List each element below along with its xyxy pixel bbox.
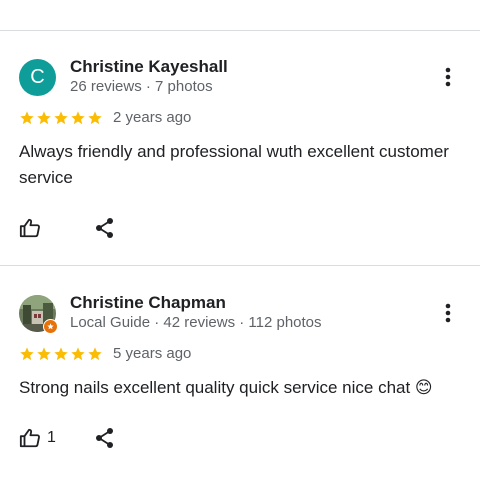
avatar-letter: C (30, 66, 45, 88)
star-rating (19, 346, 103, 362)
review-actions: 1 (19, 427, 115, 449)
reviewer-meta: 26 reviews · 7 photos (70, 78, 213, 95)
local-guide-badge-icon (43, 319, 58, 334)
share-icon (96, 218, 113, 238)
star-icon (71, 346, 85, 360)
star-icon (37, 346, 51, 360)
rating-row: 5 years ago (19, 345, 191, 362)
more-options-button[interactable] (438, 299, 458, 327)
share-icon (96, 428, 113, 448)
rating-row: 2 years ago (19, 109, 191, 126)
like-button[interactable] (19, 217, 69, 239)
review-actions (19, 217, 115, 239)
review-text: Always friendly and professional wuth ex… (19, 142, 449, 187)
review-date: 5 years ago (113, 345, 192, 362)
share-button[interactable] (95, 427, 115, 449)
star-icon (88, 110, 102, 124)
more-vert-icon (445, 67, 451, 87)
more-options-button[interactable] (438, 63, 458, 91)
star-icon (88, 346, 102, 360)
star-icon (37, 110, 51, 124)
avatar[interactable]: C (19, 59, 56, 96)
avatar[interactable] (19, 295, 58, 334)
like-button[interactable]: 1 (19, 427, 69, 449)
star-icon (54, 346, 68, 360)
reviewer-name[interactable]: Christine Chapman (70, 293, 226, 313)
star-icon (20, 346, 34, 360)
like-count: 1 (47, 429, 56, 446)
top-divider (0, 30, 480, 31)
star-icon (20, 110, 34, 124)
review-text: Strong nails excellent quality quick ser… (19, 378, 433, 397)
star-rating (19, 110, 103, 126)
thumbs-up-icon (19, 428, 40, 448)
reviewer-meta: Local Guide · 42 reviews · 112 photos (70, 314, 322, 331)
share-button[interactable] (95, 217, 115, 239)
reviewer-name[interactable]: Christine Kayeshall (70, 57, 228, 77)
review-date: 2 years ago (113, 109, 192, 126)
star-icon (54, 110, 68, 124)
review-divider (0, 265, 480, 266)
thumbs-up-icon (19, 218, 40, 238)
star-icon (71, 110, 85, 124)
more-vert-icon (445, 303, 451, 323)
